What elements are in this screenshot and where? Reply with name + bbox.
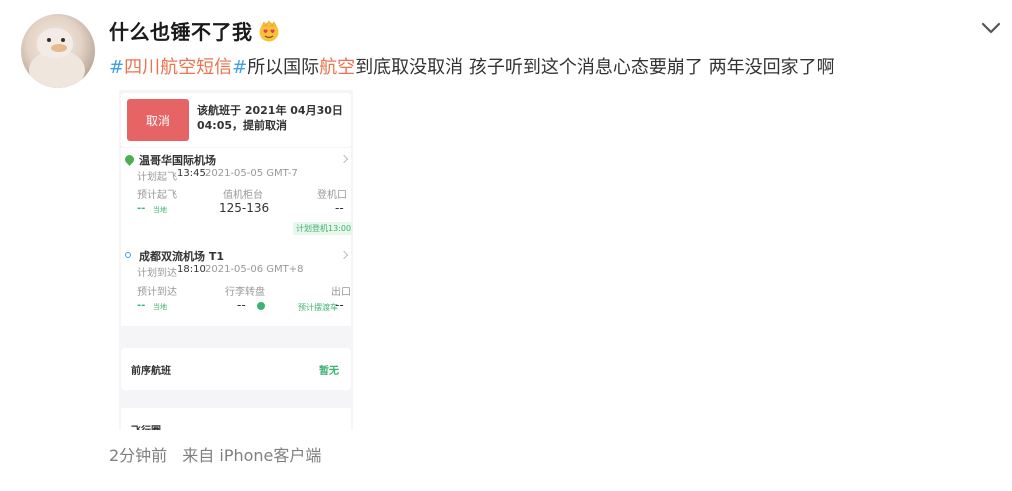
previous-flight-label: 前序航班 (131, 366, 171, 377)
avatar-duck-eye (47, 38, 51, 42)
hash-mark: # (232, 57, 248, 78)
avatar-duck-eye (61, 38, 65, 42)
departure-airport: 温哥华国际机场 (139, 154, 216, 167)
boarding-time-tag: 计划登机13:00 (293, 222, 353, 235)
arrival-baggage-label: 行李转盘 (225, 287, 265, 298)
arrival-scheduled-label: 计划到达 (137, 268, 177, 279)
clock-icon (257, 302, 265, 310)
departure-counter-label: 值机柜台 (223, 190, 263, 201)
arrival-local-label: 当地 (153, 303, 167, 311)
cancel-badge: 取消 (127, 99, 189, 141)
flight-detail-card: 温哥华国际机场 计划起飞 13:45 2021-05-05 GMT-7 预计起飞… (121, 148, 353, 326)
user-avatar[interactable] (21, 14, 95, 88)
cancel-message: 该航班于 2021年 04月30日 04:05，提前取消 (197, 104, 343, 132)
username-row: 什么也锤不了我 (109, 16, 280, 45)
departure-est-label: 预计起飞 (137, 190, 177, 201)
username-link[interactable]: 什么也锤不了我 (109, 16, 253, 45)
departure-counter-value: 125-136 (219, 201, 270, 215)
post-time[interactable]: 2分钟前 (109, 446, 167, 465)
chevron-right-icon (339, 154, 349, 164)
arrival-exit-label: 出口 (331, 287, 351, 298)
previous-flight-value: 暂无 (319, 366, 339, 377)
hashtag-link[interactable]: #四川航空短信# (109, 57, 247, 78)
arrival-scheduled-date: 2021-05-06 GMT+8 (205, 264, 304, 275)
attached-screenshot[interactable]: 取消 该航班于 2021年 04月30日 04:05，提前取消 温哥华国际机场 … (119, 90, 353, 430)
previous-flight-card: 前序航班 暂无 (121, 348, 351, 390)
arrival-scheduled-time: 18:10 (177, 264, 206, 275)
avatar-duck-head (37, 28, 73, 58)
chevron-down-icon[interactable] (978, 16, 1004, 40)
departure-gate-value: -- (335, 201, 344, 215)
departure-local-label: 当地 (153, 206, 167, 214)
post-meta: 2分钟前 来自 iPhone客户端 (109, 442, 331, 466)
departure-est-value: -- (137, 203, 146, 214)
departure-scheduled-label: 计划起飞 (137, 172, 177, 183)
arrival-airport: 成都双流机场 T1 (139, 250, 224, 263)
post-text-segment: 所以国际 (247, 57, 320, 78)
cancel-notice-card: 取消 该航班于 2021年 04月30日 04:05，提前取消 (121, 93, 351, 147)
post-keyword-link[interactable]: 航空 (319, 57, 355, 78)
cut-off-card: 飞行圈 (121, 408, 351, 430)
avatar-duck-beak (51, 44, 67, 52)
post-text-segment: 到底取没取消 孩子听到这个消息心态要崩了 两年没回家了啊 (355, 57, 835, 78)
arrival-est-label: 预计到达 (137, 287, 177, 298)
departure-scheduled-time: 13:45 (177, 168, 206, 179)
hash-mark: # (109, 57, 125, 78)
chevron-right-icon (339, 250, 349, 260)
post-body: #四川航空短信#所以国际航空到底取没取消 孩子听到这个消息心态要崩了 两年没回家… (109, 55, 835, 81)
heart-eyes-emoji-icon (259, 19, 278, 41)
departure-gate-label: 登机口 (317, 190, 347, 201)
arrival-est-value: -- (137, 300, 146, 311)
departure-scheduled-date: 2021-05-05 GMT-7 (205, 168, 298, 179)
post-source: 来自 iPhone客户端 (182, 446, 322, 465)
arrival-dot-icon (125, 252, 131, 258)
location-pin-icon (123, 153, 136, 166)
arrival-exit-value: -- (335, 298, 344, 312)
arrival-baggage-value: -- (237, 298, 246, 312)
cut-off-label: 飞行圈 (131, 422, 161, 430)
hashtag-text: 四川航空短信 (124, 57, 233, 78)
